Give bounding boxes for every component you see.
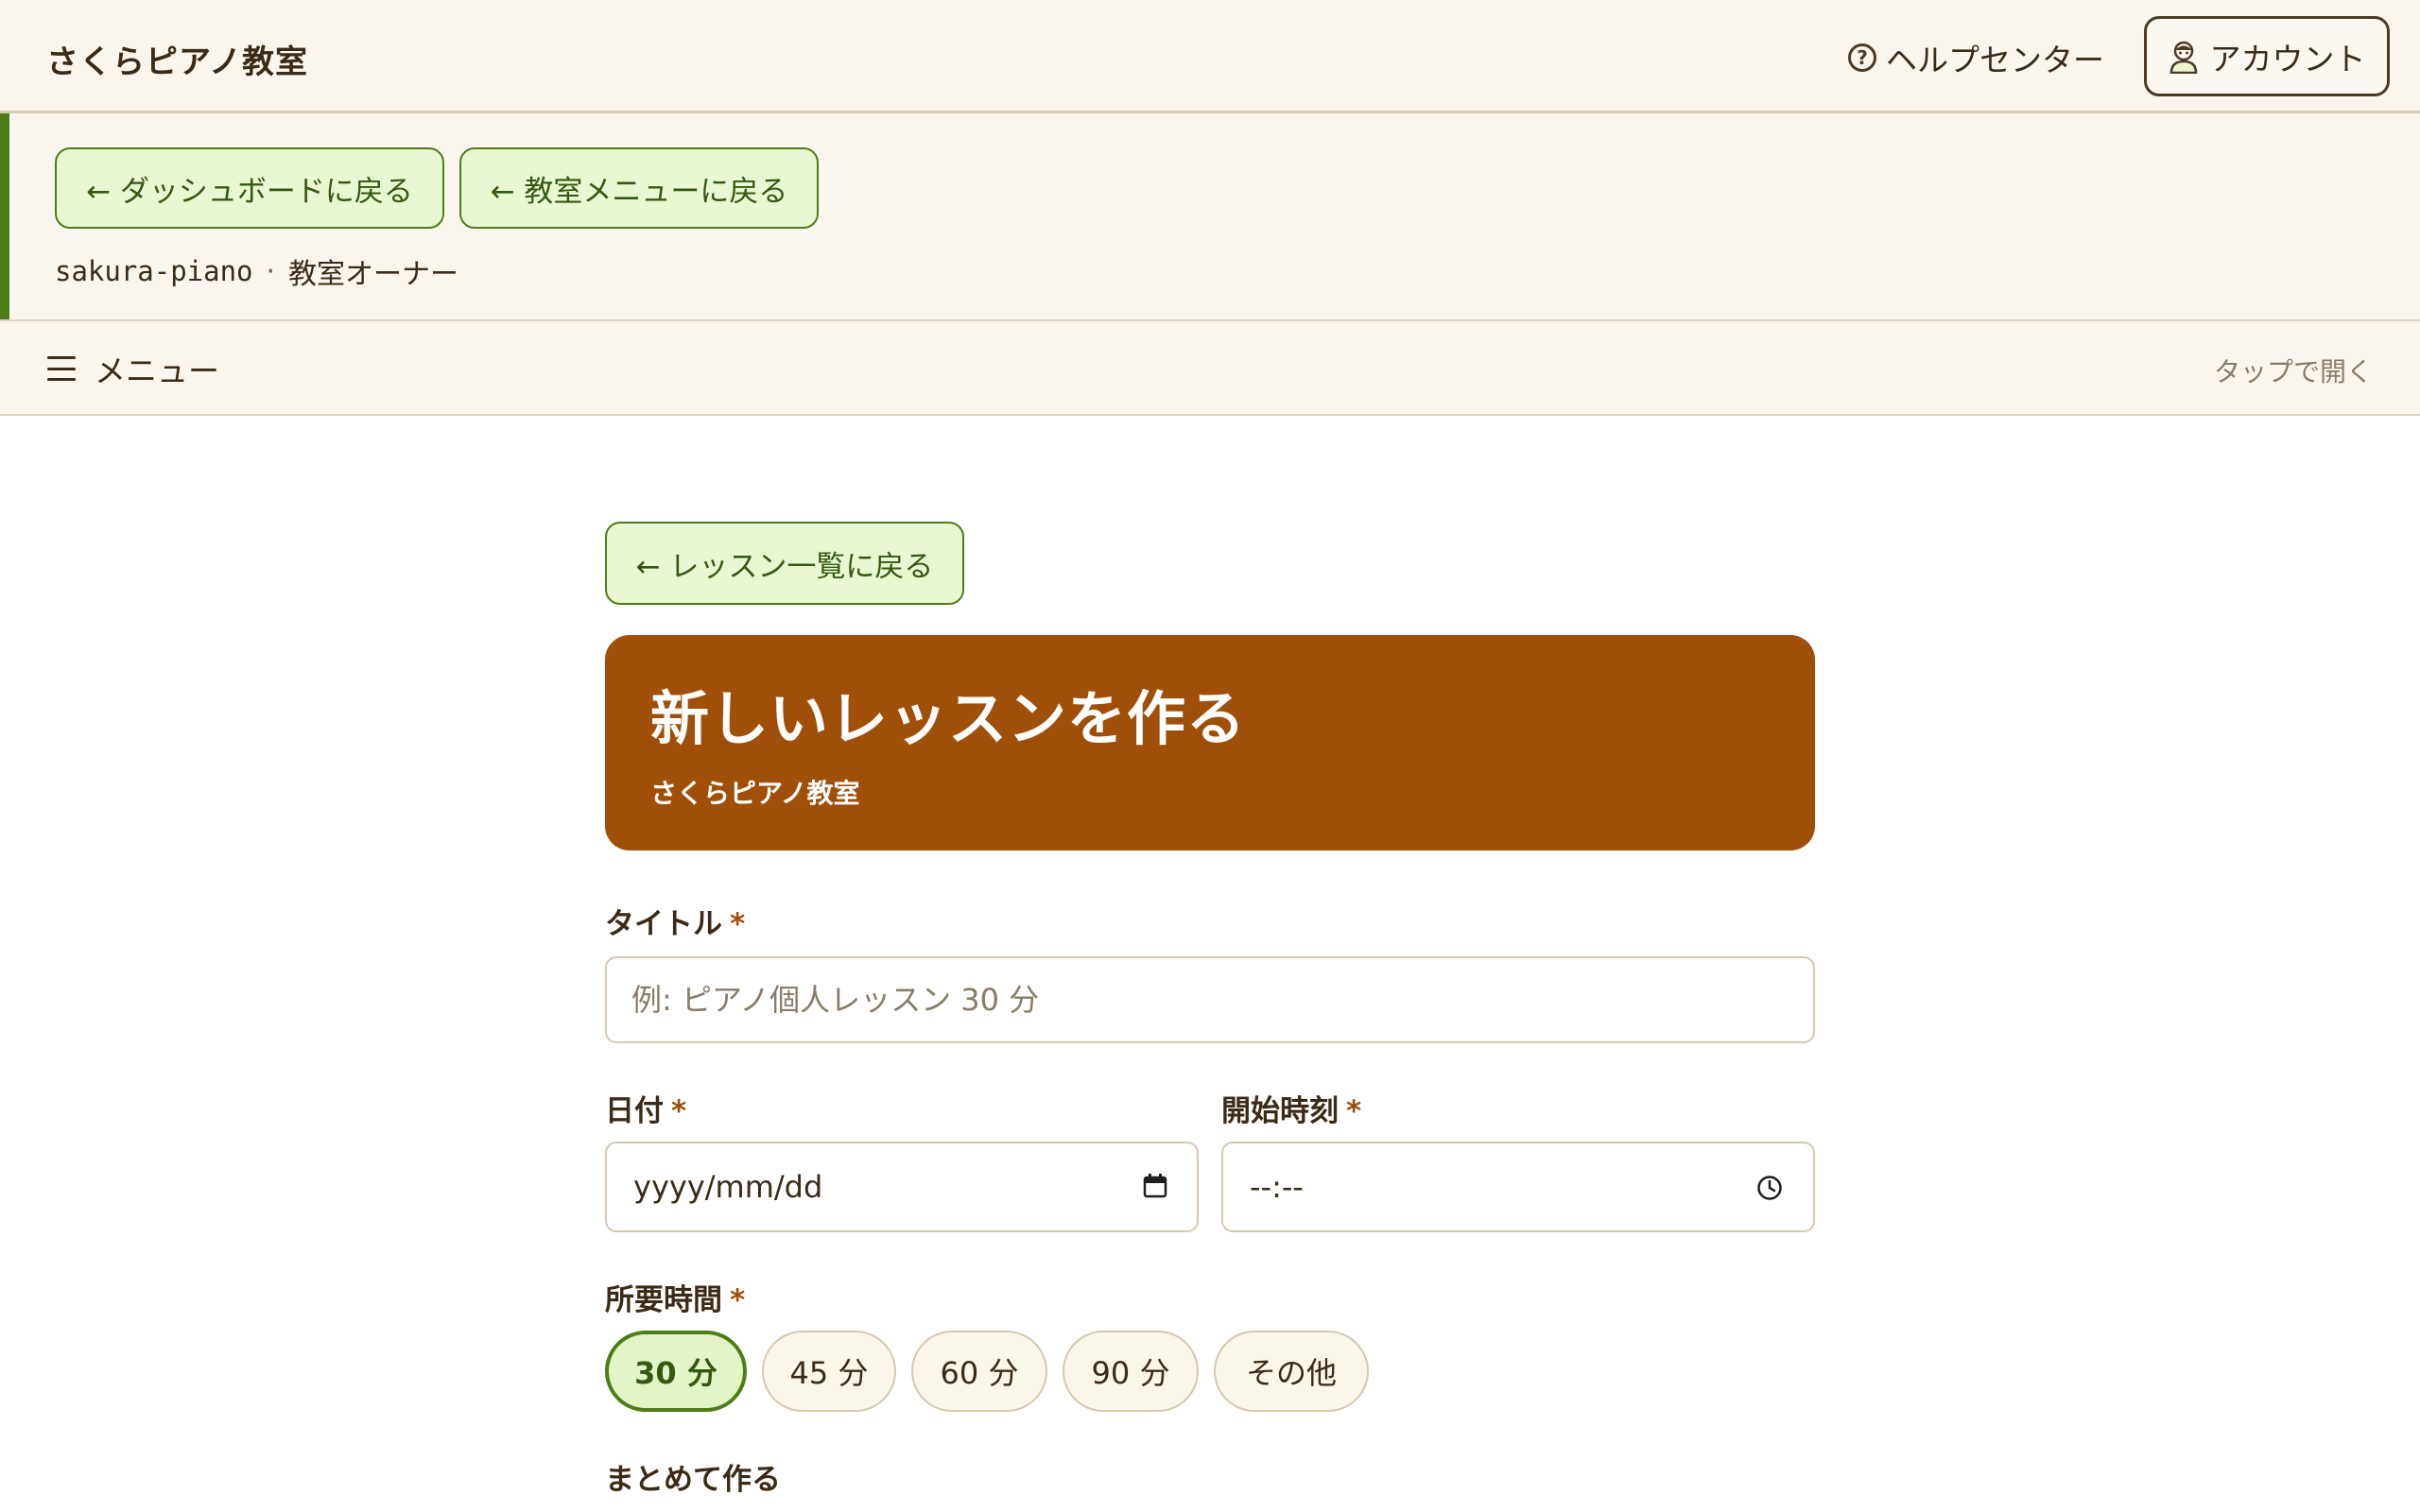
- duration-option-90[interactable]: 90 分: [1063, 1331, 1199, 1412]
- menu-toggle[interactable]: メニュー: [47, 350, 219, 389]
- user-avatar-icon: [2169, 41, 2197, 74]
- date-value: yyyy/mm/dd: [633, 1169, 823, 1205]
- tap-hint: タップで開く: [2213, 356, 2373, 387]
- account-button[interactable]: アカウント: [2144, 16, 2390, 96]
- date-label: 日付 *: [605, 1087, 686, 1129]
- menu-bar[interactable]: メニュー タップで開く: [0, 321, 2420, 416]
- title-label: タイトル *: [605, 900, 745, 942]
- account-label: アカウント: [2209, 40, 2366, 77]
- title-input[interactable]: [607, 958, 1813, 1041]
- separator: ·: [266, 254, 276, 288]
- classroom-id: sakura-piano: [55, 255, 253, 287]
- required-mark: *: [671, 1094, 687, 1128]
- hamburger-icon: [47, 356, 76, 381]
- question-circle-icon: ?: [1848, 43, 1876, 72]
- required-mark: *: [730, 1283, 746, 1317]
- clock-icon[interactable]: [1756, 1175, 1783, 1201]
- title-field[interactable]: [605, 956, 1815, 1043]
- title-label-text: タイトル: [605, 907, 722, 941]
- accent-stripe: [0, 113, 9, 319]
- required-mark: *: [1346, 1094, 1362, 1128]
- back-to-lessons-button[interactable]: ← レッスン一覧に戻る: [605, 522, 964, 605]
- duration-label-text: 所要時間: [605, 1283, 722, 1317]
- page-hero: 新しいレッスンを作る さくらピアノ教室: [605, 635, 1815, 850]
- duration-option-45[interactable]: 45 分: [762, 1331, 896, 1412]
- back-to-classroom-menu-button[interactable]: ← 教室メニューに戻る: [459, 147, 819, 229]
- duration-option-30[interactable]: 30 分: [605, 1331, 747, 1412]
- help-center-link[interactable]: ? ヘルプセンター: [1848, 36, 2104, 79]
- calendar-icon[interactable]: [1142, 1173, 1168, 1199]
- owner-info: sakura-piano · 教室オーナー: [55, 250, 458, 292]
- top-bar: さくらピアノ教室 ? ヘルプセンター アカウント: [0, 0, 2420, 113]
- duration-label: 所要時間 *: [605, 1276, 745, 1318]
- date-input[interactable]: yyyy/mm/dd: [605, 1142, 1199, 1232]
- page-title: 新しいレッスンを作る: [650, 684, 1247, 753]
- start-time-label: 開始時刻 *: [1221, 1087, 1361, 1129]
- duration-option-60[interactable]: 60 分: [911, 1331, 1047, 1412]
- sub-navigation: ← ダッシュボードに戻る ← 教室メニューに戻る sakura-piano · …: [0, 113, 2420, 321]
- back-to-dashboard-button[interactable]: ← ダッシュボードに戻る: [55, 147, 444, 229]
- batch-create-label: まとめて作る: [605, 1463, 781, 1497]
- start-time-input[interactable]: --:--: [1221, 1142, 1815, 1232]
- date-label-text: 日付: [605, 1094, 664, 1128]
- brand-name[interactable]: さくらピアノ教室: [46, 36, 308, 82]
- owner-role: 教室オーナー: [288, 258, 459, 291]
- page-subtitle: さくらピアノ教室: [650, 778, 860, 809]
- required-mark: *: [730, 907, 746, 941]
- duration-option-other[interactable]: その他: [1214, 1331, 1369, 1412]
- start-time-label-text: 開始時刻: [1221, 1094, 1339, 1128]
- start-time-value: --:--: [1250, 1169, 1304, 1205]
- menu-label: メニュー: [95, 352, 219, 389]
- help-center-label: ヘルプセンター: [1886, 42, 2104, 78]
